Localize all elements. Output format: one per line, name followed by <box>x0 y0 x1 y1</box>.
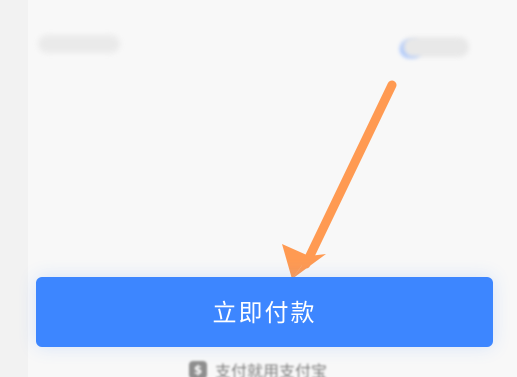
blurred-payment-method-label <box>403 37 469 57</box>
payment-confirmation-screen: 立即付款 $ 支付就用支付宝 <box>0 0 517 377</box>
shield-icon: $ <box>189 361 207 377</box>
security-note-text: 支付就用支付宝 <box>215 362 328 377</box>
alipay-security-note: $ 支付就用支付宝 <box>189 359 327 377</box>
pay-now-button[interactable]: 立即付款 <box>36 277 493 347</box>
blurred-payment-label <box>38 35 120 53</box>
screen-edge-shadow <box>0 0 28 377</box>
